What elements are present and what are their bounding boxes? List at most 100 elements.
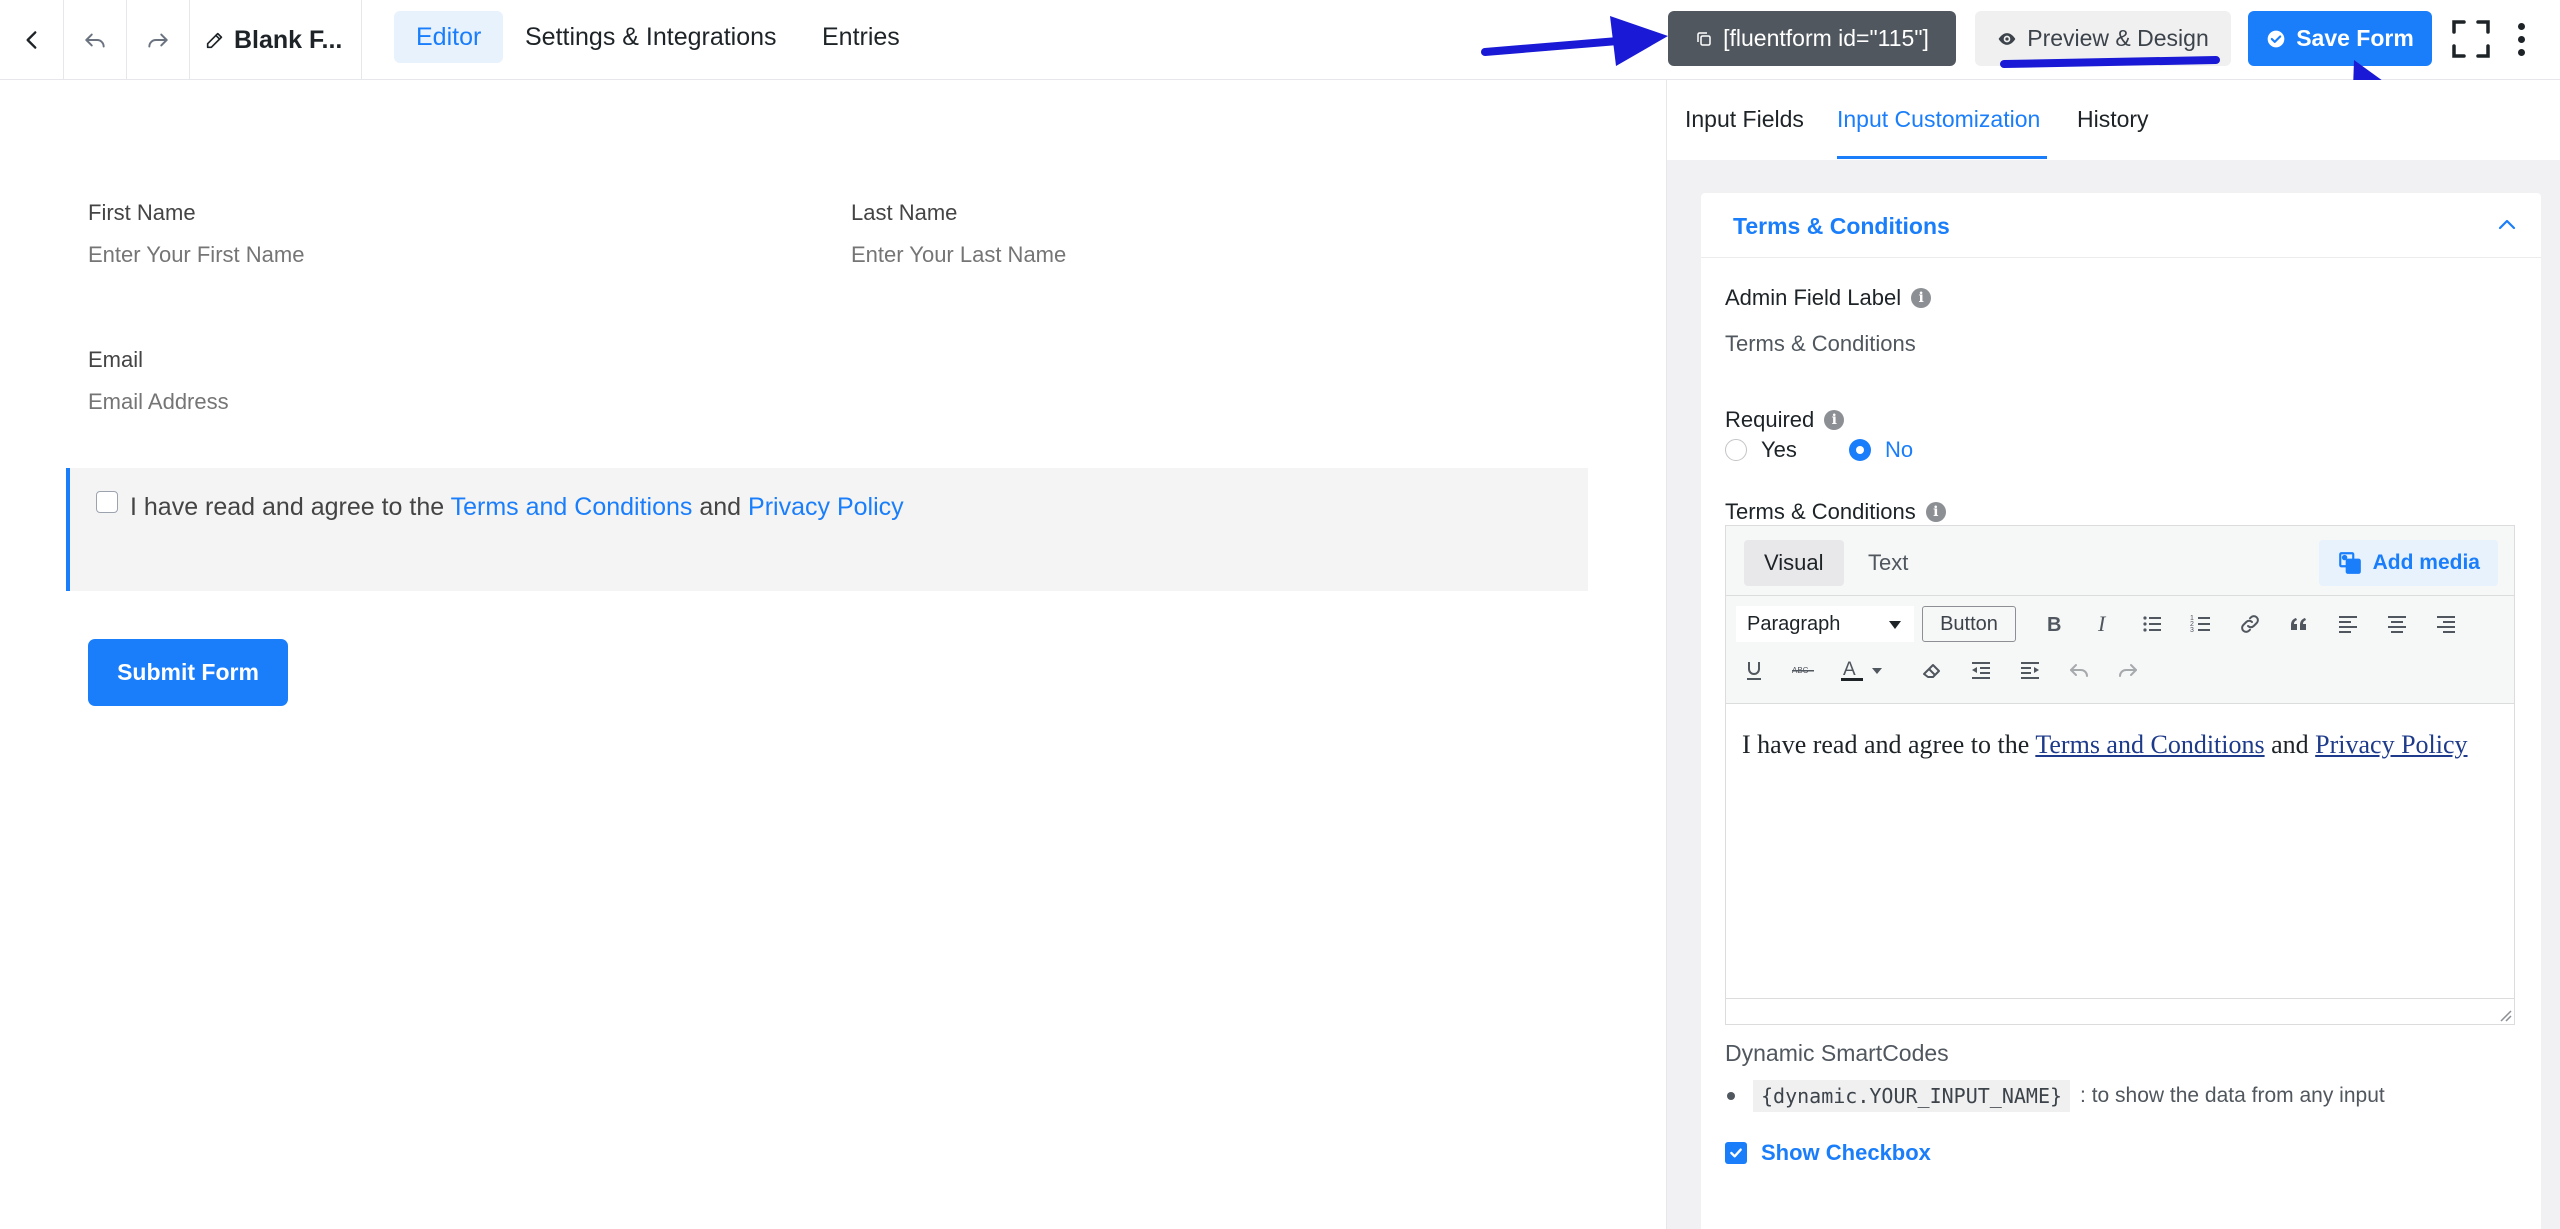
text-color-button[interactable]: A bbox=[1836, 654, 1888, 686]
show-checkbox-label: Show Checkbox bbox=[1761, 1140, 1931, 1165]
indent-button[interactable] bbox=[2014, 654, 2046, 686]
editor-content-and: and bbox=[2271, 730, 2309, 759]
media-icon bbox=[2338, 552, 2361, 574]
tab-input-customization[interactable]: Input Customization bbox=[1837, 106, 2040, 133]
redo-icon bbox=[2119, 664, 2137, 677]
rich-text-editor: Visual Text Add media Paragraph Button B… bbox=[1725, 525, 2515, 1025]
link-button[interactable] bbox=[2234, 608, 2266, 640]
editor-redo-button[interactable] bbox=[2112, 654, 2144, 686]
more-options-button[interactable] bbox=[2508, 18, 2534, 60]
info-icon[interactable]: i bbox=[1925, 502, 1946, 522]
copy-icon bbox=[1697, 31, 1711, 46]
outdent-icon bbox=[1972, 662, 1990, 679]
terms-and: and bbox=[699, 493, 742, 521]
required-title-text: Required bbox=[1725, 407, 1815, 432]
tab-settings-integrations[interactable]: Settings & Integrations bbox=[503, 11, 799, 63]
tab-input-fields[interactable]: Input Fields bbox=[1685, 106, 1804, 133]
add-media-label: Add media bbox=[2372, 551, 2480, 574]
chevron-up-icon[interactable] bbox=[2495, 213, 2519, 237]
checked-checkbox[interactable] bbox=[1725, 1142, 1747, 1164]
save-form-button[interactable]: Save Form bbox=[2248, 11, 2432, 66]
editor-content[interactable]: I have read and agree to the Terms and C… bbox=[1742, 726, 2502, 764]
underline-icon bbox=[1747, 662, 1761, 680]
strikethrough-icon: ABC bbox=[1792, 666, 1814, 675]
editor-undo-button[interactable] bbox=[2063, 654, 2095, 686]
italic-button[interactable]: I bbox=[2087, 608, 2119, 640]
smartcode-item: {dynamic.YOUR_INPUT_NAME} : to show the … bbox=[1727, 1080, 2385, 1112]
eye-icon bbox=[1998, 32, 2016, 45]
underline-button[interactable] bbox=[1738, 654, 1770, 686]
undo-icon bbox=[2070, 664, 2088, 677]
terms-link[interactable]: Terms and Conditions bbox=[451, 493, 693, 521]
radio-dot-checked bbox=[1849, 439, 1871, 461]
link-icon bbox=[2241, 615, 2259, 633]
bullet-list-button[interactable] bbox=[2136, 608, 2168, 640]
editor-tab-visual[interactable]: Visual bbox=[1744, 540, 1844, 586]
form-title[interactable]: Blank F... bbox=[190, 0, 362, 80]
bullet-list-icon bbox=[2143, 616, 2161, 632]
pencil-icon bbox=[206, 32, 223, 49]
required-yes-radio[interactable]: Yes bbox=[1725, 437, 1797, 463]
chevron-left-icon bbox=[25, 31, 36, 49]
show-checkbox-toggle[interactable]: Show Checkbox bbox=[1725, 1140, 1931, 1166]
fullscreen-button[interactable] bbox=[2450, 18, 2492, 60]
undo-icon bbox=[85, 33, 105, 48]
editor-terms-link[interactable]: Terms and Conditions bbox=[2035, 730, 2264, 759]
editor-privacy-link[interactable]: Privacy Policy bbox=[2315, 730, 2467, 759]
smartcode[interactable]: {dynamic.YOUR_INPUT_NAME} bbox=[1753, 1080, 2071, 1112]
last-name-input[interactable] bbox=[851, 242, 1251, 268]
required-no-radio[interactable]: No bbox=[1849, 437, 1913, 463]
last-name-label: Last Name bbox=[851, 200, 958, 225]
insert-button-tool[interactable]: Button bbox=[1922, 606, 2016, 642]
clear-formatting-button[interactable] bbox=[1916, 654, 1948, 686]
terms-checkbox[interactable] bbox=[96, 491, 118, 513]
align-center-icon bbox=[2388, 616, 2406, 633]
editor-status-bar bbox=[1726, 998, 2514, 1024]
terms-field[interactable]: I have read and agree to the Terms and C… bbox=[66, 468, 1588, 591]
email-label: Email bbox=[88, 347, 144, 372]
outdent-button[interactable] bbox=[1965, 654, 1997, 686]
preview-design-button[interactable]: Preview & Design bbox=[1975, 11, 2231, 66]
add-media-button[interactable]: Add media bbox=[2318, 540, 2498, 586]
back-button[interactable] bbox=[0, 0, 64, 80]
resize-grip-icon[interactable] bbox=[2496, 1006, 2512, 1022]
numbered-list-button[interactable]: 123 bbox=[2185, 608, 2217, 640]
email-input[interactable] bbox=[88, 389, 488, 415]
bullet-dot bbox=[1727, 1092, 1735, 1100]
smartcode-description: : to show the data from any input bbox=[2080, 1084, 2385, 1107]
tab-editor[interactable]: Editor bbox=[394, 11, 504, 63]
tab-history[interactable]: History bbox=[2077, 106, 2149, 133]
info-icon[interactable]: i bbox=[1824, 410, 1845, 430]
card-header[interactable]: Terms & Conditions bbox=[1701, 193, 2541, 258]
shortcode-copy-button[interactable]: [fluentform id="115"] bbox=[1668, 11, 1956, 66]
eraser-icon bbox=[1923, 664, 1940, 678]
redo-button[interactable] bbox=[127, 0, 190, 80]
text-color-icon: A bbox=[1841, 659, 1882, 681]
editor-toolbar: Paragraph Button B I 123 ABC A bbox=[1726, 596, 2514, 704]
info-icon[interactable]: i bbox=[1911, 288, 1932, 308]
editor-content-prefix: I have read and agree to the bbox=[1742, 730, 2030, 759]
editor-tab-text[interactable]: Text bbox=[1848, 540, 1928, 586]
admin-label-value[interactable]: Terms & Conditions bbox=[1725, 331, 1916, 357]
svg-text:A: A bbox=[1843, 659, 1856, 680]
align-right-button[interactable] bbox=[2430, 608, 2462, 640]
checkmark-icon bbox=[1730, 1148, 1742, 1158]
privacy-link[interactable]: Privacy Policy bbox=[748, 493, 904, 521]
strikethrough-button[interactable]: ABC bbox=[1787, 654, 1819, 686]
submit-form-button[interactable]: Submit Form bbox=[88, 639, 288, 706]
first-name-input[interactable] bbox=[88, 242, 488, 268]
form-title-text: Blank F... bbox=[234, 25, 343, 54]
align-left-button[interactable] bbox=[2332, 608, 2364, 640]
undo-button[interactable] bbox=[64, 0, 127, 80]
bold-button[interactable]: B bbox=[2038, 608, 2070, 640]
card-title: Terms & Conditions bbox=[1733, 213, 1950, 239]
radio-dot bbox=[1725, 439, 1747, 461]
active-tab-indicator bbox=[1837, 156, 2047, 159]
align-center-button[interactable] bbox=[2381, 608, 2413, 640]
first-name-label: First Name bbox=[88, 200, 196, 225]
svg-text:3: 3 bbox=[2190, 627, 2194, 634]
tab-entries[interactable]: Entries bbox=[800, 11, 922, 63]
format-select[interactable]: Paragraph bbox=[1736, 606, 1914, 642]
settings-panel: Input Fields Input Customization History… bbox=[1666, 80, 2560, 1229]
blockquote-button[interactable] bbox=[2283, 608, 2315, 640]
